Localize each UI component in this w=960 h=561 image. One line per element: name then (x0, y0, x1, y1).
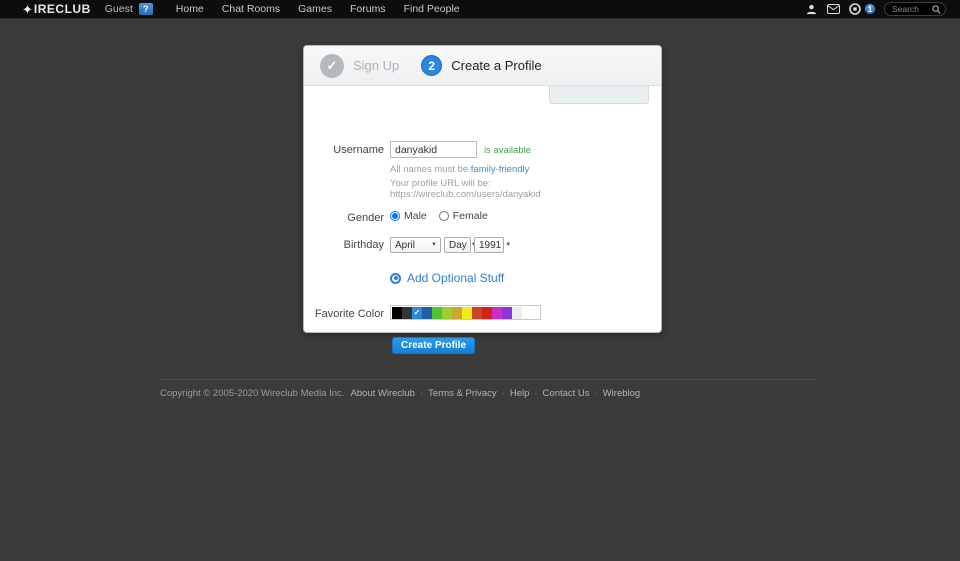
footer-separator: · (502, 388, 505, 399)
color-swatch[interactable] (462, 307, 472, 319)
nav-menu-item[interactable]: Home (167, 3, 213, 15)
footer-separator: · (420, 388, 423, 399)
expand-circle-icon (390, 273, 401, 284)
nav-menu-item[interactable]: Find People (395, 3, 469, 15)
footer-separator: · (595, 388, 598, 399)
birthday-selects: April ▼ Day ▼ 1991 ▼ (390, 237, 507, 253)
footer-link[interactable]: Contact Us (543, 388, 590, 399)
wizard-header: ✓ Sign Up 2 Create a Profile (304, 46, 661, 86)
color-swatch[interactable] (422, 307, 432, 319)
dropdown-arrow-icon: ▼ (431, 242, 437, 248)
color-swatch[interactable] (482, 307, 492, 319)
profile-url-note: Your profile URL will be: https://wirecl… (390, 178, 540, 200)
color-swatch[interactable] (512, 307, 522, 319)
navbar-right: 1 (796, 2, 946, 16)
step-signup-check-icon: ✓ (320, 54, 344, 78)
wireclub-logo[interactable]: ✦ IRECLUB (22, 2, 91, 16)
gender-label: Gender (304, 212, 384, 224)
birthday-day-select[interactable]: Day ▼ (444, 237, 471, 253)
birthday-month-value: April (395, 240, 415, 251)
color-swatch[interactable] (392, 307, 402, 319)
create-profile-button[interactable]: Create Profile (392, 337, 475, 354)
top-navbar: ✦ IRECLUB Guest ? Home Chat Rooms Games … (0, 0, 960, 19)
mail-icon[interactable] (826, 3, 840, 15)
notification-count-badge[interactable]: 1 (864, 3, 876, 15)
color-swatch[interactable] (522, 307, 532, 319)
copyright-text: Copyright © 2005-2020 Wireclub Media Inc… (160, 388, 344, 399)
profile-form: Username is available All names must be … (304, 86, 661, 334)
favorite-color-picker: ✓ (390, 305, 541, 320)
footer-link[interactable]: About Wireclub (350, 388, 414, 399)
color-swatch[interactable] (452, 307, 462, 319)
color-swatch[interactable] (402, 307, 412, 319)
footer-row: Copyright © 2005-2020 Wireclub Media Inc… (160, 388, 816, 399)
color-swatch[interactable]: ✓ (412, 307, 422, 319)
names-note-text: All names must be (390, 164, 471, 175)
step-signup-label: Sign Up (353, 58, 399, 73)
gender-options: Male Female (390, 210, 500, 222)
color-swatch[interactable] (442, 307, 452, 319)
wireclub-star-icon: ✦ (22, 3, 33, 16)
step-2-title: Create a Profile (451, 58, 541, 73)
selected-check-icon: ✓ (414, 309, 421, 317)
add-optional-stuff-label: Add Optional Stuff (407, 271, 504, 285)
names-note: All names must be family-friendly (390, 164, 529, 175)
birthday-label: Birthday (304, 239, 384, 251)
footer-link[interactable]: Terms & Privacy (428, 388, 497, 399)
profile-url-line1: Your profile URL will be: (390, 178, 540, 189)
birthday-month-select[interactable]: April ▼ (390, 237, 441, 253)
footer-links: About Wireclub · Terms & Privacy · Help · Cont… (350, 388, 640, 399)
step-2-badge: 2 (421, 55, 442, 76)
user-icon[interactable] (804, 3, 818, 15)
footer-separator: · (534, 388, 537, 399)
nav-menu-item[interactable]: Chat Rooms (213, 3, 289, 15)
help-badge[interactable]: ? (139, 3, 153, 15)
birthday-year-value: 1991 (479, 240, 501, 251)
birthday-day-value: Day (449, 240, 467, 251)
search-box[interactable] (884, 2, 946, 16)
gender-option-label: Female (453, 210, 488, 222)
nav-menu-item[interactable]: Games (289, 3, 341, 15)
alerts-icon[interactable] (848, 3, 862, 15)
wireclub-logo-text: IRECLUB (34, 2, 91, 16)
dropdown-arrow-icon: ▼ (505, 242, 511, 248)
add-optional-stuff-link[interactable]: Add Optional Stuff (390, 271, 504, 285)
guest-label: Guest (105, 3, 133, 15)
color-swatch[interactable] (432, 307, 442, 319)
gender-radio[interactable] (439, 211, 449, 221)
create-profile-modal: ✓ Sign Up 2 Create a Profile Username is… (303, 45, 662, 333)
search-icon (932, 5, 941, 14)
footer-link[interactable]: Wireblog (603, 388, 641, 399)
username-label: Username (304, 144, 384, 156)
favorite-color-label: Favorite Color (304, 308, 384, 320)
guest-account[interactable]: Guest ? (105, 3, 153, 15)
page-footer: Copyright © 2005-2020 Wireclub Media Inc… (160, 379, 816, 399)
gender-radio-option[interactable]: Female (439, 210, 488, 222)
gender-radio[interactable] (390, 211, 400, 221)
birthday-year-select[interactable]: 1991 ▼ (474, 237, 504, 253)
family-friendly-link[interactable]: family-friendly (471, 164, 530, 175)
username-input[interactable] (390, 141, 477, 158)
username-availability-status: is available (484, 145, 531, 156)
color-swatch[interactable] (502, 307, 512, 319)
color-swatch[interactable] (472, 307, 482, 319)
footer-link[interactable]: Help (510, 388, 530, 399)
nav-menu-item[interactable]: Forums (341, 3, 395, 15)
gender-radio-option[interactable]: Male (390, 210, 427, 222)
color-swatch[interactable] (492, 307, 502, 319)
footer-divider (160, 379, 816, 380)
search-input[interactable] (892, 4, 932, 14)
profile-url-line2: https://wireclub.com/users/danyakid (390, 189, 540, 200)
nav-menu: Home Chat Rooms Games Forums Find People (167, 3, 469, 15)
gender-option-label: Male (404, 210, 427, 222)
